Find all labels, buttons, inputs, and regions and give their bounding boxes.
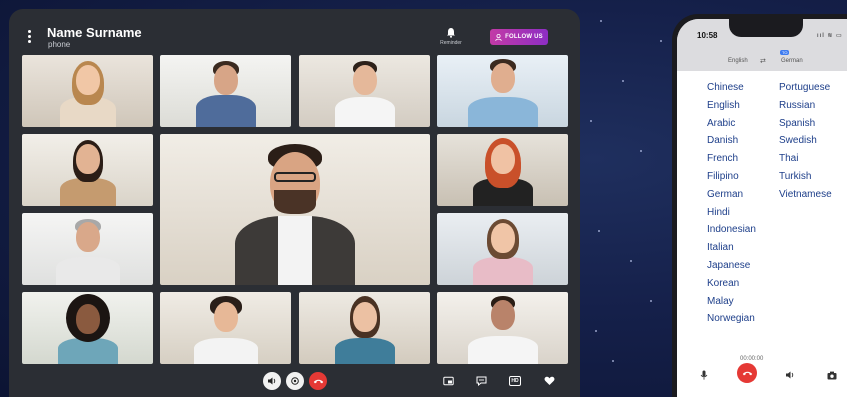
chat-icon — [476, 376, 486, 386]
participant-tile[interactable] — [22, 55, 153, 127]
participant-tile[interactable] — [437, 292, 568, 364]
language-option[interactable]: Portuguese — [779, 79, 832, 97]
bell-icon — [447, 28, 455, 38]
more-options-icon[interactable] — [28, 30, 32, 45]
language-option[interactable]: Indonesian — [707, 221, 756, 239]
phone-time: 10:58 — [697, 31, 718, 40]
language-option[interactable]: Malay — [707, 293, 756, 311]
language-option[interactable]: Japanese — [707, 257, 756, 275]
language-option[interactable]: Swedish — [779, 132, 832, 150]
call-controls: HD — [9, 370, 580, 396]
picture-in-picture-icon — [442, 376, 454, 386]
participant-tile[interactable] — [437, 55, 568, 127]
phone-speaker-button[interactable] — [781, 366, 799, 384]
hd-icon: HD — [509, 376, 521, 386]
camera-icon — [827, 371, 837, 379]
switch-camera-button[interactable] — [286, 372, 304, 390]
speaker-icon — [268, 377, 276, 385]
language-option[interactable]: German — [707, 186, 756, 204]
microphone-icon — [700, 370, 708, 380]
heart-icon — [544, 376, 554, 385]
phone-status-bar: 10:58 ııl ≋ ▭ — [677, 19, 847, 53]
switch-camera-icon — [291, 377, 299, 385]
language-option[interactable]: Danish — [707, 132, 756, 150]
swap-languages-icon[interactable]: ⇄ — [760, 57, 766, 65]
call-header: Name Surname phone Reminder FOLLOW US — [9, 9, 580, 54]
language-option[interactable]: Spanish — [779, 115, 832, 133]
hd-button[interactable]: HD — [506, 372, 524, 390]
language-option[interactable]: Russian — [779, 97, 832, 115]
participant-tile[interactable] — [437, 213, 568, 285]
language-option[interactable]: Hindi — [707, 204, 756, 222]
follow-us-label: FOLLOW US — [505, 34, 543, 40]
end-call-icon — [742, 371, 752, 376]
end-call-icon — [313, 379, 323, 384]
participant-tile[interactable] — [22, 213, 153, 285]
participant-tile[interactable] — [160, 55, 291, 127]
language-option[interactable]: French — [707, 150, 756, 168]
video-call-window: Name Surname phone Reminder FOLLOW US HD — [9, 9, 580, 397]
caller-name: Name Surname — [47, 25, 142, 40]
language-option[interactable]: Italian — [707, 239, 756, 257]
signal-battery-icons: ııl ≋ ▭ — [817, 33, 843, 39]
phone-notch — [729, 19, 803, 37]
participant-tile[interactable] — [437, 134, 568, 206]
language-option[interactable]: English — [707, 97, 756, 115]
chat-button[interactable] — [472, 372, 490, 390]
source-language[interactable]: English — [728, 58, 748, 64]
language-option[interactable]: Arabic — [707, 115, 756, 133]
phone-screen: 10:58 ııl ≋ ▭ English ⇄ TO German Chines… — [677, 19, 847, 397]
end-call-button[interactable] — [309, 372, 327, 390]
reminder-button[interactable]: Reminder — [439, 27, 463, 46]
language-option[interactable]: Norwegian — [707, 310, 756, 328]
picture-in-picture-button[interactable] — [439, 372, 457, 390]
favorite-button[interactable] — [540, 372, 558, 390]
target-language[interactable]: German — [781, 58, 803, 64]
language-selector-bar: English ⇄ TO German — [677, 50, 847, 71]
phone-device: 10:58 ııl ≋ ▭ English ⇄ TO German Chines… — [672, 14, 847, 397]
language-option[interactable]: Korean — [707, 275, 756, 293]
participant-tile[interactable] — [299, 55, 430, 127]
target-language-badge: TO — [780, 50, 790, 55]
language-option[interactable]: Filipino — [707, 168, 756, 186]
reminder-label: Reminder — [440, 40, 462, 46]
participant-tile[interactable] — [22, 134, 153, 206]
call-timer: 00:00:00 — [740, 356, 764, 362]
phone-mic-button[interactable] — [695, 366, 713, 384]
speaker-button[interactable] — [263, 372, 281, 390]
language-option[interactable]: Chinese — [707, 79, 756, 97]
phone-end-call-button[interactable] — [737, 363, 757, 383]
language-list-right: Portuguese Russian Spanish Swedish Thai Turki… — [779, 79, 832, 204]
participant-tile[interactable] — [22, 292, 153, 364]
caller-subtitle: phone — [48, 40, 71, 49]
phone-camera-button[interactable] — [823, 366, 841, 384]
speaker-icon — [786, 371, 794, 379]
language-option[interactable]: Vietnamese — [779, 186, 832, 204]
language-list-left: Chinese English Arabic Danish French Filipino… — [707, 79, 756, 328]
follow-us-button[interactable]: FOLLOW US — [490, 29, 548, 45]
participant-tile-active-speaker[interactable] — [160, 134, 430, 285]
participant-tile[interactable] — [299, 292, 430, 364]
language-option[interactable]: Turkish — [779, 168, 832, 186]
participant-tile[interactable] — [160, 292, 291, 364]
language-option[interactable]: Thai — [779, 150, 832, 168]
user-icon — [495, 33, 502, 41]
